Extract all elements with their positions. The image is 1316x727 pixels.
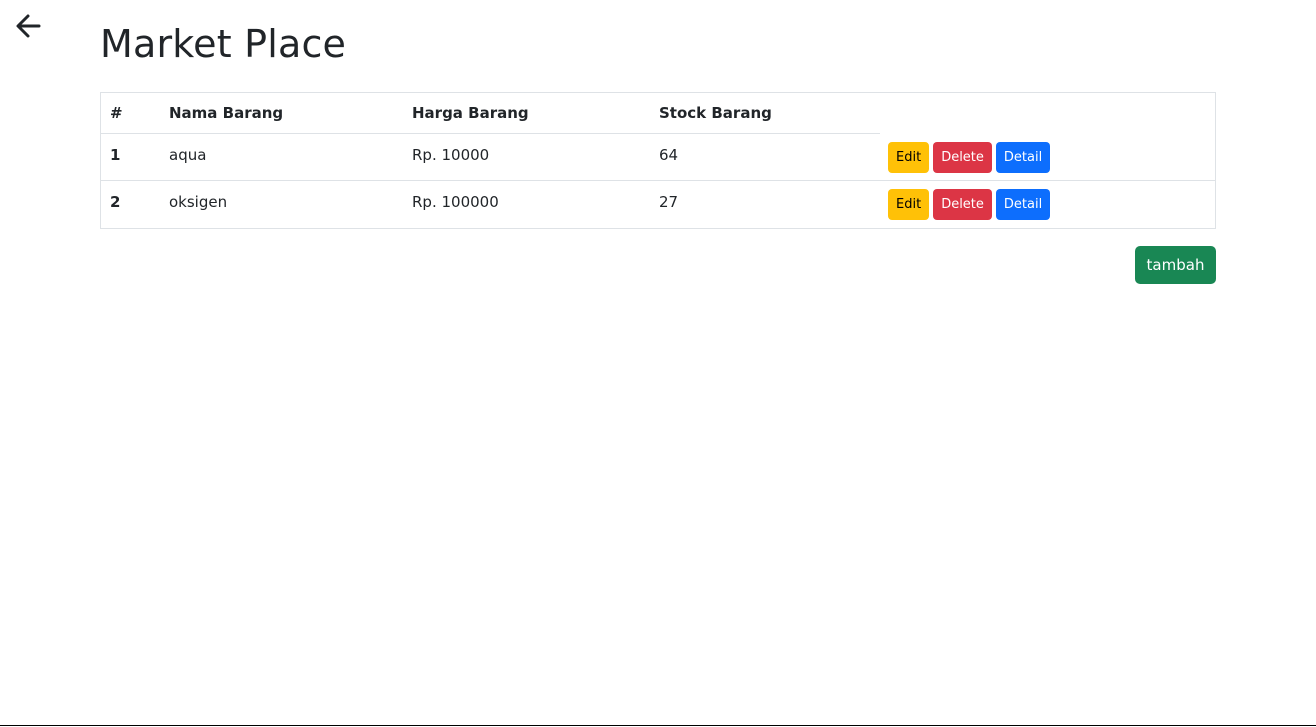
arrow-left-icon — [16, 14, 41, 38]
row-number: 1 — [110, 146, 121, 164]
table-row: 1 aqua Rp. 10000 64 Edit Delete Detail — [101, 134, 1215, 181]
table-row: 2 oksigen Rp. 100000 27 Edit Delete Detail — [101, 180, 1215, 228]
delete-button[interactable]: Delete — [933, 189, 992, 220]
row-actions: Edit Delete Detail — [880, 134, 1215, 181]
detail-button[interactable]: Detail — [995, 189, 1051, 220]
column-header-price: Harga Barang — [403, 93, 650, 134]
item-price: Rp. 10000 — [412, 146, 490, 164]
column-header-stock: Stock Barang — [650, 93, 880, 134]
edit-button[interactable]: Edit — [888, 189, 930, 220]
table-header-row: # Nama Barang Harga Barang Stock Barang — [101, 93, 1215, 134]
back-button[interactable] — [14, 12, 44, 40]
item-stock: 64 — [659, 146, 679, 164]
items-table: # Nama Barang Harga Barang Stock Barang … — [100, 92, 1216, 229]
edit-button[interactable]: Edit — [888, 141, 930, 173]
row-number: 2 — [101, 180, 160, 228]
column-header-actions — [880, 93, 1215, 134]
item-price: Rp. 100000 — [403, 180, 650, 228]
detail-button[interactable]: Detail — [995, 141, 1051, 173]
delete-button[interactable]: Delete — [933, 141, 992, 173]
item-name: oksigen — [160, 180, 403, 228]
column-header-name: Nama Barang — [160, 93, 403, 134]
row-actions: Edit Delete Detail — [880, 180, 1215, 228]
column-header-number: # — [101, 93, 160, 134]
page: Market Place # Nama Barang Harga Barang … — [0, 0, 1316, 726]
add-button[interactable]: tambah — [1135, 246, 1216, 284]
item-name: aqua — [169, 146, 207, 164]
item-stock: 27 — [650, 180, 880, 228]
page-title: Market Place — [100, 22, 347, 66]
